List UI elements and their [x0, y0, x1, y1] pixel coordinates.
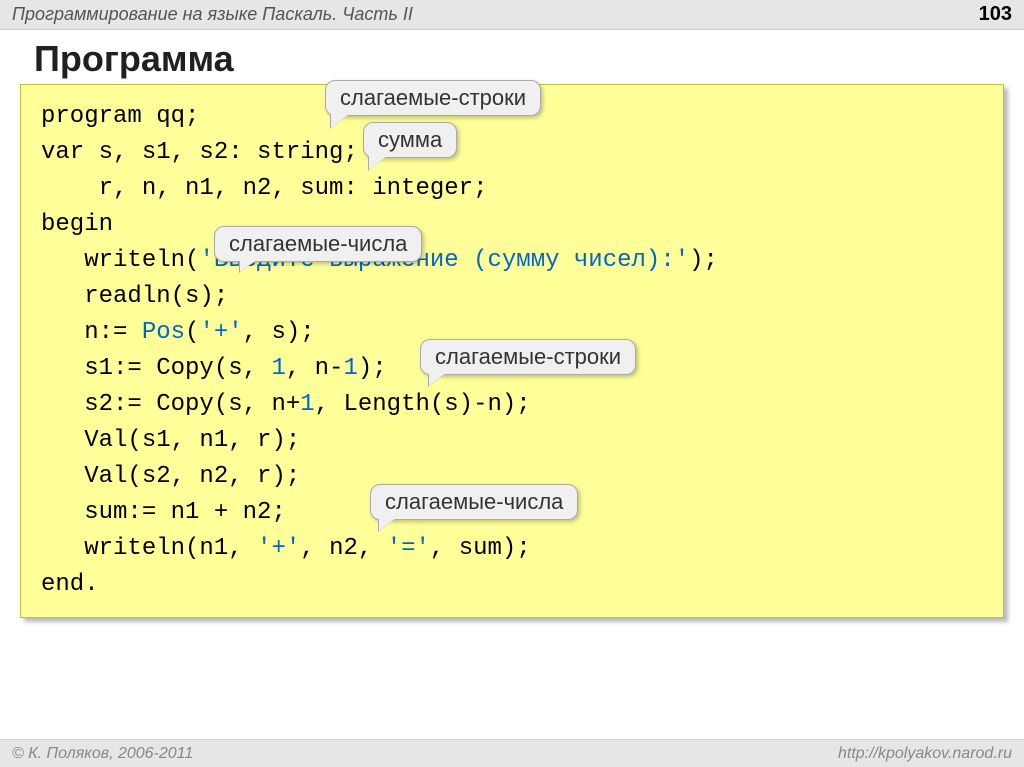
code-line: sum:= n1 + n2;	[41, 499, 286, 526]
footer-url: http://kpolyakov.narod.ru	[838, 745, 1012, 763]
code-string: '+'	[199, 319, 242, 346]
code-func: Pos	[142, 319, 185, 346]
code-wrapper: program qq; var s, s1, s2: string; r, n,…	[20, 84, 1004, 618]
code-num: 1	[271, 355, 285, 382]
code-text: (	[185, 319, 199, 346]
slide-content: Программа program qq; var s, s1, s2: str…	[0, 30, 1024, 618]
callout-addends-strings-1: слагаемые-строки	[325, 80, 541, 116]
callout-sum: сумма	[363, 122, 457, 158]
code-text: , sum);	[430, 535, 531, 562]
callout-addends-strings-2: слагаемые-строки	[420, 339, 636, 375]
header-title: Программирование на языке Паскаль. Часть…	[12, 4, 413, 25]
code-text: writeln(n1,	[41, 535, 257, 562]
code-line: var s, s1, s2: string;	[41, 139, 358, 166]
page-number: 103	[979, 3, 1012, 26]
code-text: , n-	[286, 355, 344, 382]
code-line: Val(s1, n1, r);	[41, 427, 300, 454]
code-text: , s);	[243, 319, 315, 346]
footer-copyright: © К. Поляков, 2006-2011	[12, 745, 193, 763]
callout-addends-numbers-2: слагаемые-числа	[370, 484, 578, 520]
code-line: program qq;	[41, 103, 199, 130]
code-text: writeln(	[41, 247, 199, 274]
code-text: s2:= Copy(s, n+	[41, 391, 300, 418]
code-text: , n2,	[300, 535, 386, 562]
code-text: s1:= Copy(s,	[41, 355, 271, 382]
code-line: end.	[41, 571, 99, 598]
code-line: r, n, n1, n2, sum: integer;	[41, 175, 487, 202]
slide-title: Программа	[20, 38, 1004, 80]
code-num: 1	[343, 355, 357, 382]
code-num: 1	[300, 391, 314, 418]
callout-addends-numbers-1: слагаемые-числа	[214, 226, 422, 262]
code-line: Val(s2, n2, r);	[41, 463, 300, 490]
code-line: readln(s);	[41, 283, 228, 310]
header-bar: Программирование на языке Паскаль. Часть…	[0, 0, 1024, 30]
footer-bar: © К. Поляков, 2006-2011 http://kpolyakov…	[0, 739, 1024, 767]
code-line: begin	[41, 211, 113, 238]
code-string: '='	[387, 535, 430, 562]
code-text: );	[689, 247, 718, 274]
code-text: n:=	[41, 319, 142, 346]
code-string: '+'	[257, 535, 300, 562]
code-text: );	[358, 355, 387, 382]
code-text: , Length(s)-n);	[315, 391, 531, 418]
